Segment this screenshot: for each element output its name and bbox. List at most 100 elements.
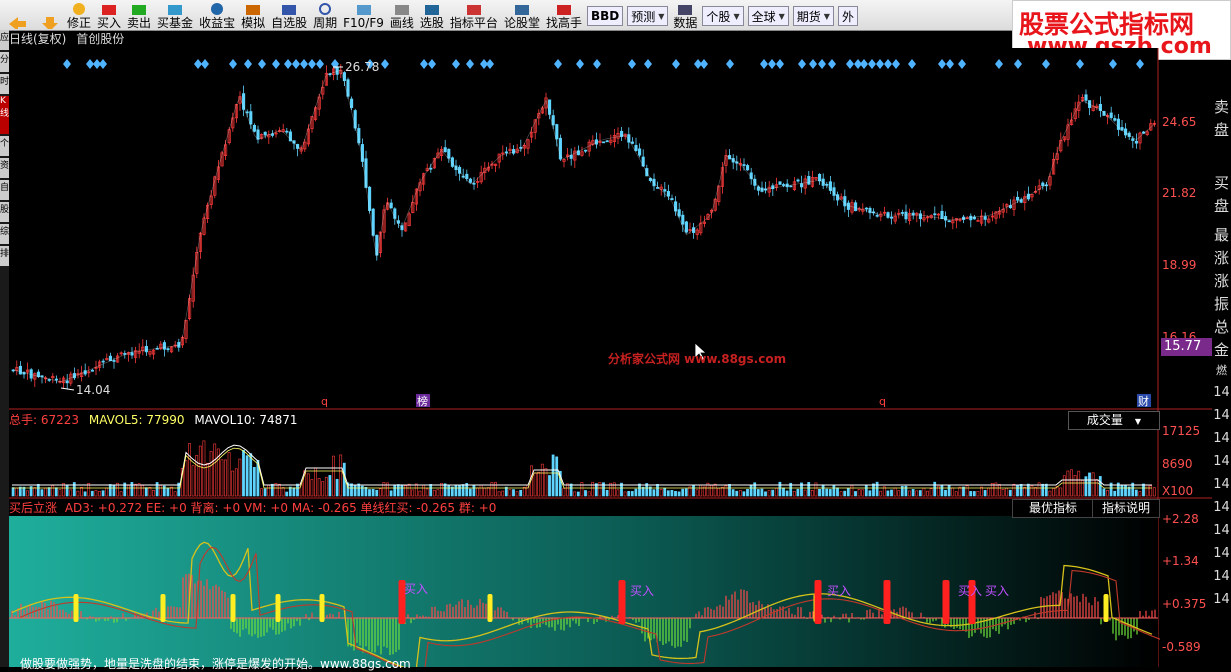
volume-bar xyxy=(1152,487,1156,497)
right-panel-buy[interactable]: 买 xyxy=(1212,172,1231,195)
right-panel-sell[interactable]: 卖 xyxy=(1212,96,1231,119)
volume-bar xyxy=(540,463,544,497)
volume-bar xyxy=(108,484,112,497)
volume-bar xyxy=(533,472,537,497)
volume-bar xyxy=(958,486,962,497)
volume-bar xyxy=(1145,484,1149,497)
candle-body xyxy=(630,141,634,144)
candle-body xyxy=(875,214,879,217)
volume-series xyxy=(11,440,1156,497)
volume-bar xyxy=(1019,483,1023,497)
volume-bar xyxy=(1005,487,1009,497)
marker-list[interactable]: 榜 xyxy=(417,394,428,408)
volume-bar xyxy=(1077,470,1081,497)
mavol10-value: 74871 xyxy=(259,413,298,427)
volume-bar xyxy=(497,491,501,497)
volume-bar xyxy=(382,482,386,497)
right-panel-number: 14 xyxy=(1213,569,1230,584)
volume-bar xyxy=(1023,486,1027,497)
volume-bar xyxy=(339,454,343,497)
candle-body xyxy=(944,216,948,221)
volume-bar xyxy=(40,489,44,497)
volume-bar xyxy=(220,459,224,497)
candle-body xyxy=(101,360,105,363)
volume-bar xyxy=(198,445,202,497)
volume-bar xyxy=(537,471,541,497)
volume-bar xyxy=(728,483,731,497)
volume-bar xyxy=(458,485,461,497)
candle-body xyxy=(641,156,645,167)
signal-bar-red xyxy=(883,580,891,624)
candle-body xyxy=(900,212,904,214)
volume-bar xyxy=(756,489,760,497)
kline-chart[interactable]: 26.78 14.04 q 榜 q 财 xyxy=(0,0,1231,667)
candle-body xyxy=(602,141,606,144)
volume-bar xyxy=(1030,485,1034,497)
marker-q[interactable]: q xyxy=(321,395,328,408)
volume-bar xyxy=(270,483,274,497)
best-indicator-button[interactable]: 最优指标 xyxy=(1012,499,1094,518)
volume-bar xyxy=(670,490,674,497)
volume-bar xyxy=(134,483,137,497)
volume-bar xyxy=(717,488,721,497)
volume-bar xyxy=(965,485,969,497)
volume-bar xyxy=(418,490,422,497)
right-panel-number: 14 xyxy=(1213,592,1230,607)
right-panel-buy-2[interactable]: 盘 xyxy=(1212,195,1231,218)
volume-bar xyxy=(47,487,51,497)
marker-q-2[interactable]: q xyxy=(879,395,886,408)
volume-bar xyxy=(245,455,249,497)
volume-bar xyxy=(483,487,487,497)
candle-body xyxy=(112,360,116,362)
volume-bar xyxy=(569,483,573,497)
right-panel-sell-2[interactable]: 盘 xyxy=(1212,119,1231,142)
volume-bar xyxy=(249,453,253,497)
current-price-box: 15.77 xyxy=(1161,338,1212,356)
price-axis-label: 24.65 xyxy=(1162,115,1197,129)
indicator-explain-button[interactable]: 指标说明 xyxy=(1092,499,1160,518)
volume-bar xyxy=(983,490,987,497)
volume-bar xyxy=(389,490,393,497)
volume-bar xyxy=(1142,483,1145,497)
volume-bar xyxy=(792,491,796,497)
volume-bar xyxy=(1008,489,1012,497)
volume-bar xyxy=(1138,491,1142,497)
volume-bar xyxy=(1149,485,1153,497)
candle-body xyxy=(818,174,822,182)
volume-bar xyxy=(224,459,227,497)
mavol5-value: 77990 xyxy=(146,413,185,427)
volume-bar xyxy=(713,483,717,497)
volume-bar xyxy=(98,491,101,497)
candle-body xyxy=(742,164,746,166)
signal-bar-yellow xyxy=(230,594,236,622)
volume-bar xyxy=(630,491,634,497)
candle-body xyxy=(843,196,847,207)
volume-bar xyxy=(872,483,875,497)
volume-bar xyxy=(112,484,116,497)
volume-bar xyxy=(353,484,357,497)
volume-bar xyxy=(54,487,58,497)
volume-bar xyxy=(915,490,919,497)
volume-bar xyxy=(731,489,735,497)
candle-body xyxy=(350,98,354,108)
candle-body xyxy=(904,211,908,220)
volume-selector-dropdown[interactable]: 成交量 ▼ xyxy=(1068,411,1160,430)
volume-bar xyxy=(1124,484,1127,497)
volume-bar xyxy=(605,489,609,497)
volume-bar xyxy=(461,484,465,497)
volume-bar xyxy=(836,487,839,497)
volume-bar xyxy=(126,485,130,497)
candle-body xyxy=(512,149,516,154)
volume-bar xyxy=(803,489,807,497)
volume-bar xyxy=(548,475,551,497)
candle-body xyxy=(72,373,76,379)
volume-bar xyxy=(173,491,177,497)
indicator-axis-label: +0.375 xyxy=(1162,597,1207,611)
volume-bar xyxy=(1001,489,1005,497)
volume-bar xyxy=(1095,479,1099,497)
signal-bar-yellow xyxy=(275,594,281,622)
marker-finance[interactable]: 财 xyxy=(1138,394,1149,408)
buy-signal-label: 买入 xyxy=(827,584,852,598)
volume-bar xyxy=(130,482,134,497)
signal-bar-yellow xyxy=(487,594,493,622)
